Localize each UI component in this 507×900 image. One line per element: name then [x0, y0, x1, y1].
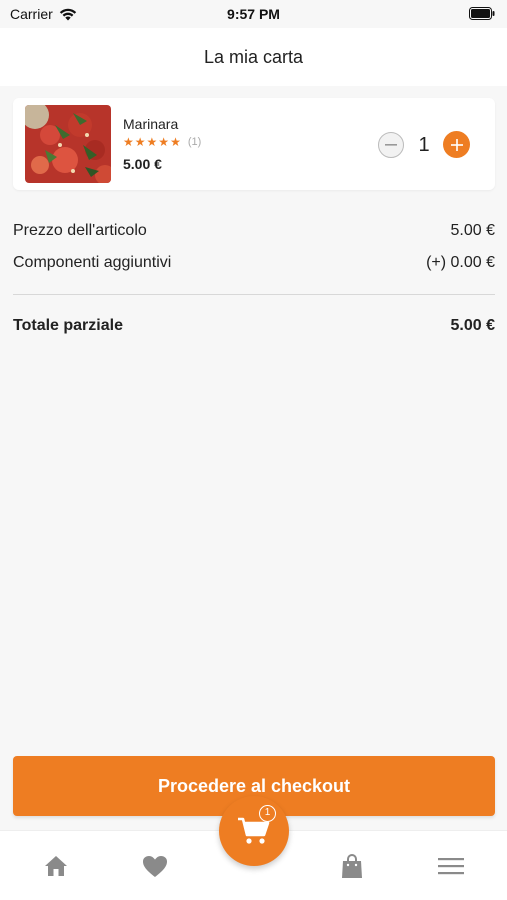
decrease-quantity-button[interactable] — [378, 132, 404, 158]
product-rating: ★ ★ ★ ★ ★ (1) — [123, 135, 201, 149]
extras-label: Componenti aggiuntivi — [13, 254, 172, 271]
home-icon — [45, 856, 67, 876]
increase-quantity-button[interactable] — [443, 131, 470, 158]
tab-favorites[interactable] — [140, 851, 170, 881]
tab-orders[interactable] — [337, 851, 367, 881]
heart-icon — [143, 855, 167, 877]
page-title: La mia carta — [203, 46, 304, 67]
extras-value: (+) 0.00 € — [426, 254, 495, 271]
status-bar: Carrier 9:57 PM — [0, 0, 507, 28]
minus-icon — [385, 144, 397, 146]
item-price-label: Prezzo dell'articolo — [13, 222, 147, 239]
item-price-row: Prezzo dell'articolo 5.00 € — [13, 222, 495, 240]
status-time: 9:57 PM — [227, 6, 280, 22]
subtotal-row: Totale parziale 5.00 € — [13, 317, 495, 335]
star-icon: ★ — [158, 135, 170, 149]
cart-badge: 1 — [259, 805, 276, 822]
star-icon: ★ — [170, 135, 181, 149]
shopping-bag-icon — [342, 854, 362, 878]
tab-home[interactable] — [41, 851, 71, 881]
plus-icon — [450, 138, 463, 151]
product-price: 5.00 € — [123, 156, 162, 172]
star-icon: ★ — [123, 135, 134, 149]
subtotal-value: 5.00 € — [450, 317, 495, 334]
product-name: Marinara — [123, 116, 179, 132]
extras-row: Componenti aggiuntivi (+) 0.00 € — [13, 254, 495, 272]
summary-divider — [13, 294, 495, 295]
subtotal-label: Totale parziale — [13, 317, 123, 334]
tab-menu[interactable] — [436, 851, 466, 881]
header: La mia carta — [0, 28, 507, 86]
review-count: (1) — [187, 136, 202, 148]
star-icon: ★ — [134, 135, 146, 149]
menu-icon — [438, 858, 464, 875]
product-image — [25, 105, 111, 183]
quantity-value: 1 — [418, 134, 430, 156]
item-price-value: 5.00 € — [450, 222, 495, 239]
cart-tab-button[interactable]: 1 — [219, 796, 289, 866]
star-icon: ★ — [146, 135, 158, 149]
battery-icon — [469, 7, 495, 20]
cart-item[interactable]: Marinara ★ ★ ★ ★ ★ (1) 5.00 € 1 — [13, 98, 495, 190]
